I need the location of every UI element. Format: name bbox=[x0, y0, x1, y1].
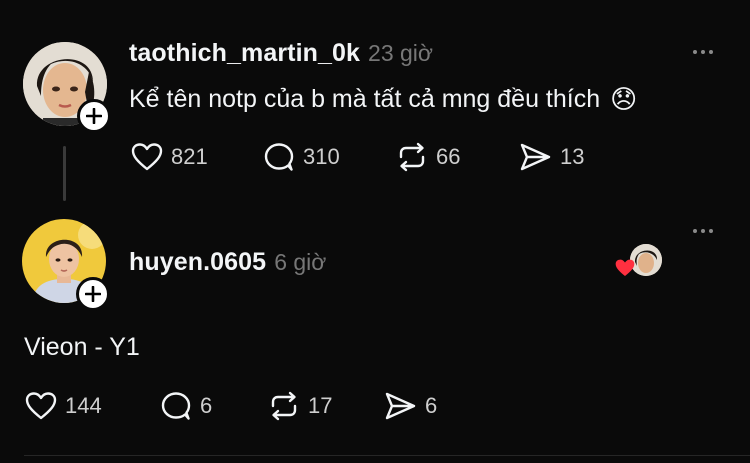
reply-button[interactable]: 310 bbox=[263, 142, 340, 172]
repost-button[interactable]: 66 bbox=[396, 142, 460, 172]
heart-icon bbox=[131, 143, 163, 171]
reply-like-count: 144 bbox=[65, 393, 102, 418]
reply-reply-count: 6 bbox=[200, 393, 213, 418]
author-liked-indicator bbox=[614, 244, 664, 278]
reply-time: 6 giờ bbox=[274, 249, 327, 275]
plus-icon bbox=[85, 286, 101, 302]
reply-repost-button[interactable]: 17 bbox=[268, 391, 332, 421]
plus-icon bbox=[86, 108, 102, 124]
reply-more-options-button[interactable] bbox=[693, 229, 713, 233]
reply-author-username[interactable]: huyen.0605 bbox=[129, 248, 266, 277]
reply-reply-button[interactable]: 6 bbox=[160, 391, 212, 421]
reply-repost-count: 17 bbox=[308, 393, 333, 418]
reply-like-button[interactable]: 144 bbox=[25, 391, 102, 421]
follow-button[interactable] bbox=[77, 99, 111, 133]
divider bbox=[24, 455, 750, 456]
comment-bubble-icon bbox=[264, 143, 294, 171]
like-count: 821 bbox=[171, 144, 208, 169]
comment-bubble-icon bbox=[161, 392, 191, 420]
author-username[interactable]: taothich_martin_0k bbox=[129, 39, 360, 68]
post-text: Kể tên notp của b mà tất cả mng đều thíc… bbox=[129, 84, 601, 113]
more-options-button[interactable] bbox=[693, 50, 713, 54]
send-icon bbox=[520, 143, 551, 171]
reply-follow-button[interactable] bbox=[76, 277, 110, 311]
post-time: 23 giờ bbox=[368, 40, 434, 66]
share-button[interactable]: 13 bbox=[518, 142, 584, 172]
thread-connector-line bbox=[63, 146, 66, 201]
send-icon bbox=[385, 392, 416, 420]
reply-count: 310 bbox=[303, 144, 340, 169]
disappointed-face-emoji: 😞 bbox=[610, 84, 638, 114]
reply-text: Vieon - Y1 bbox=[24, 333, 140, 361]
heart-icon bbox=[25, 392, 57, 420]
reply-share-button[interactable]: 6 bbox=[383, 391, 437, 421]
repost-count: 66 bbox=[436, 144, 461, 169]
share-count: 13 bbox=[560, 144, 585, 169]
repost-arrows-icon bbox=[271, 391, 297, 421]
repost-arrows-icon bbox=[399, 142, 425, 172]
heart-icon bbox=[615, 259, 635, 276]
like-button[interactable]: 821 bbox=[131, 142, 208, 172]
reply-share-count: 6 bbox=[425, 393, 438, 418]
